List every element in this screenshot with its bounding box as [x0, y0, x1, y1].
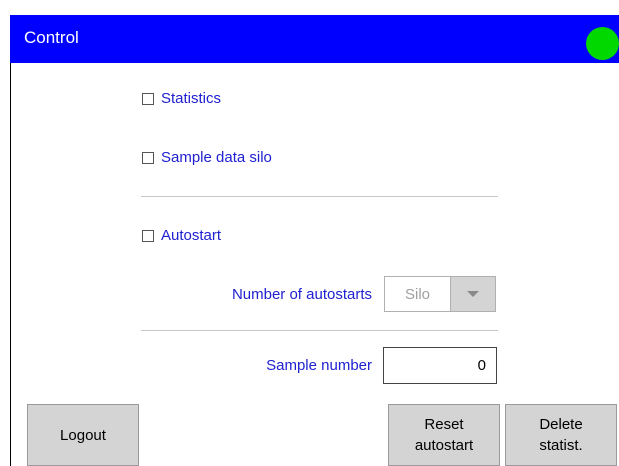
statistics-checkbox[interactable]: Statistics [142, 90, 221, 107]
checkbox-box-icon[interactable] [142, 92, 154, 105]
checkbox-box-icon[interactable] [142, 229, 154, 242]
autostart-checkbox[interactable]: Autostart [142, 227, 221, 244]
logout-label: Logout [60, 426, 106, 444]
control-window: Control Statistics Sample data silo Auto… [0, 0, 619, 466]
checkbox-box-icon[interactable] [142, 151, 154, 164]
sample-data-silo-checkbox[interactable]: Sample data silo [142, 149, 272, 166]
autostarts-dropdown[interactable]: Silo [384, 276, 496, 312]
sample-number-input[interactable]: 0 [383, 347, 497, 384]
autostarts-selected-value: Silo [404, 285, 430, 303]
reset-autostart-button[interactable]: Reset autostart [388, 404, 500, 466]
delete-statistics-button[interactable]: Delete statist. [505, 404, 617, 466]
logout-button[interactable]: Logout [27, 404, 139, 466]
divider [141, 330, 498, 331]
divider [141, 196, 498, 197]
number-of-autostarts-label: Number of autostarts [231, 286, 372, 303]
title-bar: Control [10, 15, 619, 63]
reset-autostart-label: Reset autostart [414, 416, 474, 454]
chevron-down-icon[interactable] [450, 277, 495, 311]
window-title: Control [24, 28, 79, 47]
status-indicator-icon [586, 27, 619, 60]
statistics-label: Statistics [161, 90, 222, 107]
delete-statistics-label: Delete statist. [539, 416, 583, 454]
sample-number-label: Sample number [266, 357, 372, 374]
window-border [10, 63, 11, 466]
sample-data-silo-label: Sample data silo [161, 149, 272, 166]
autostart-label: Autostart [161, 227, 222, 244]
